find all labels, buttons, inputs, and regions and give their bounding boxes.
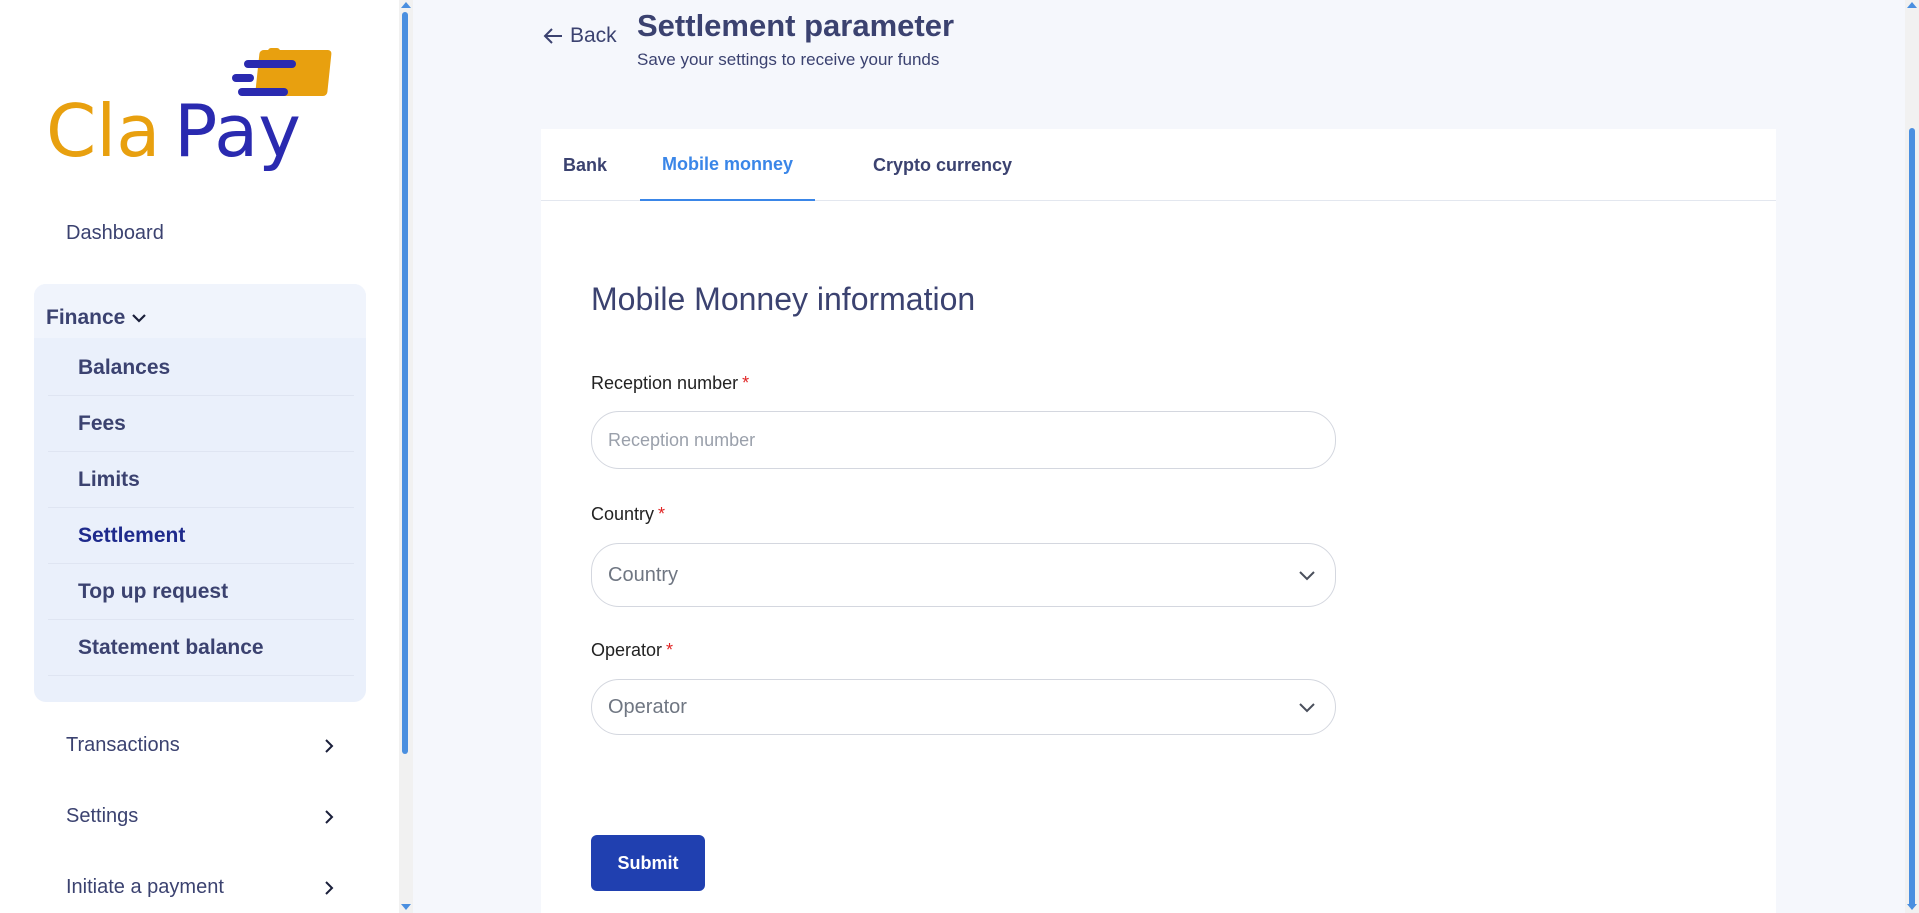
- sidebar-item-limits[interactable]: Limits: [48, 452, 354, 508]
- finance-submenu: Balances Fees Limits Settlement Top up r…: [48, 340, 354, 676]
- scroll-down-arrow[interactable]: [1907, 904, 1917, 910]
- arrow-left-icon: [543, 28, 562, 44]
- scroll-up-arrow[interactable]: [1907, 2, 1917, 8]
- page-subtitle: Save your settings to receive your funds: [637, 50, 940, 69]
- section-title: Mobile Monney information: [591, 281, 976, 317]
- tab-bank[interactable]: Bank: [541, 129, 629, 201]
- settings-label: Settings: [66, 805, 139, 827]
- sidebar: Cla Pay Dashboard Finance Balances Fees …: [0, 0, 400, 913]
- chevron-down-icon: [1299, 571, 1315, 581]
- sidebar-item-dashboard[interactable]: Dashboard: [66, 222, 164, 245]
- sidebar-item-settlement[interactable]: Settlement: [48, 508, 354, 564]
- scroll-down-arrow[interactable]: [401, 904, 411, 910]
- operator-label-text: Operator: [591, 640, 663, 660]
- main-scroll-thumb[interactable]: [1909, 128, 1915, 908]
- back-label: Back: [570, 24, 617, 47]
- submit-button[interactable]: Submit: [591, 835, 705, 891]
- chevron-right-icon: [325, 809, 334, 824]
- required-marker: *: [658, 504, 666, 524]
- required-marker: *: [666, 640, 674, 660]
- scroll-up-arrow[interactable]: [401, 2, 411, 8]
- tab-bar: Bank Mobile monney Crypto currency: [541, 129, 1776, 201]
- sidebar-item-initiate-payment[interactable]: Initiate a payment: [66, 876, 336, 899]
- page-title: Settlement parameter: [637, 8, 955, 43]
- transactions-label: Transactions: [66, 734, 180, 756]
- operator-select[interactable]: Operator: [591, 679, 1336, 735]
- initiate-payment-label: Initiate a payment: [66, 876, 224, 898]
- sidebar-item-statement-balance[interactable]: Statement balance: [48, 620, 354, 676]
- operator-label: Operator *: [591, 640, 673, 661]
- chevron-right-icon: [325, 880, 334, 895]
- main-scrollbar[interactable]: [1905, 0, 1919, 913]
- chevron-down-icon: [132, 314, 147, 323]
- settlement-card: Bank Mobile monney Crypto currency Mobil…: [541, 129, 1776, 913]
- sidebar-item-settings[interactable]: Settings: [66, 805, 336, 828]
- country-label: Country *: [591, 504, 665, 525]
- operator-value: Operator: [608, 695, 687, 718]
- sidebar-scroll-thumb[interactable]: [402, 12, 408, 754]
- logo-text-cla: Cla: [46, 89, 160, 173]
- reception-number-input[interactable]: Reception number: [591, 411, 1336, 469]
- finance-label: Finance: [46, 306, 126, 329]
- sidebar-item-finance[interactable]: Finance: [46, 298, 147, 338]
- tab-crypto-currency[interactable]: Crypto currency: [851, 129, 1034, 201]
- sidebar-item-fees[interactable]: Fees: [48, 396, 354, 452]
- required-marker: *: [742, 373, 750, 393]
- reception-number-label: Reception number *: [591, 373, 749, 394]
- sidebar-item-transactions[interactable]: Transactions: [66, 734, 336, 757]
- chevron-right-icon: [325, 738, 334, 753]
- logo-text-pay: Pay: [174, 89, 301, 173]
- clapay-logo[interactable]: Cla Pay: [46, 48, 336, 173]
- tab-mobile-monney[interactable]: Mobile monney: [640, 129, 816, 201]
- back-button[interactable]: Back: [542, 24, 617, 48]
- finance-group: Finance Balances Fees Limits Settlement …: [34, 284, 366, 702]
- chevron-down-icon: [1299, 703, 1315, 713]
- country-select[interactable]: Country: [591, 543, 1336, 607]
- logo-graphic: Cla Pay: [46, 48, 332, 173]
- country-label-text: Country: [591, 504, 655, 524]
- reception-number-label-text: Reception number: [591, 373, 739, 393]
- sidebar-item-top-up-request[interactable]: Top up request: [48, 564, 354, 620]
- country-value: Country: [608, 563, 679, 586]
- sidebar-item-balances[interactable]: Balances: [48, 340, 354, 396]
- sidebar-scrollbar[interactable]: [399, 0, 413, 913]
